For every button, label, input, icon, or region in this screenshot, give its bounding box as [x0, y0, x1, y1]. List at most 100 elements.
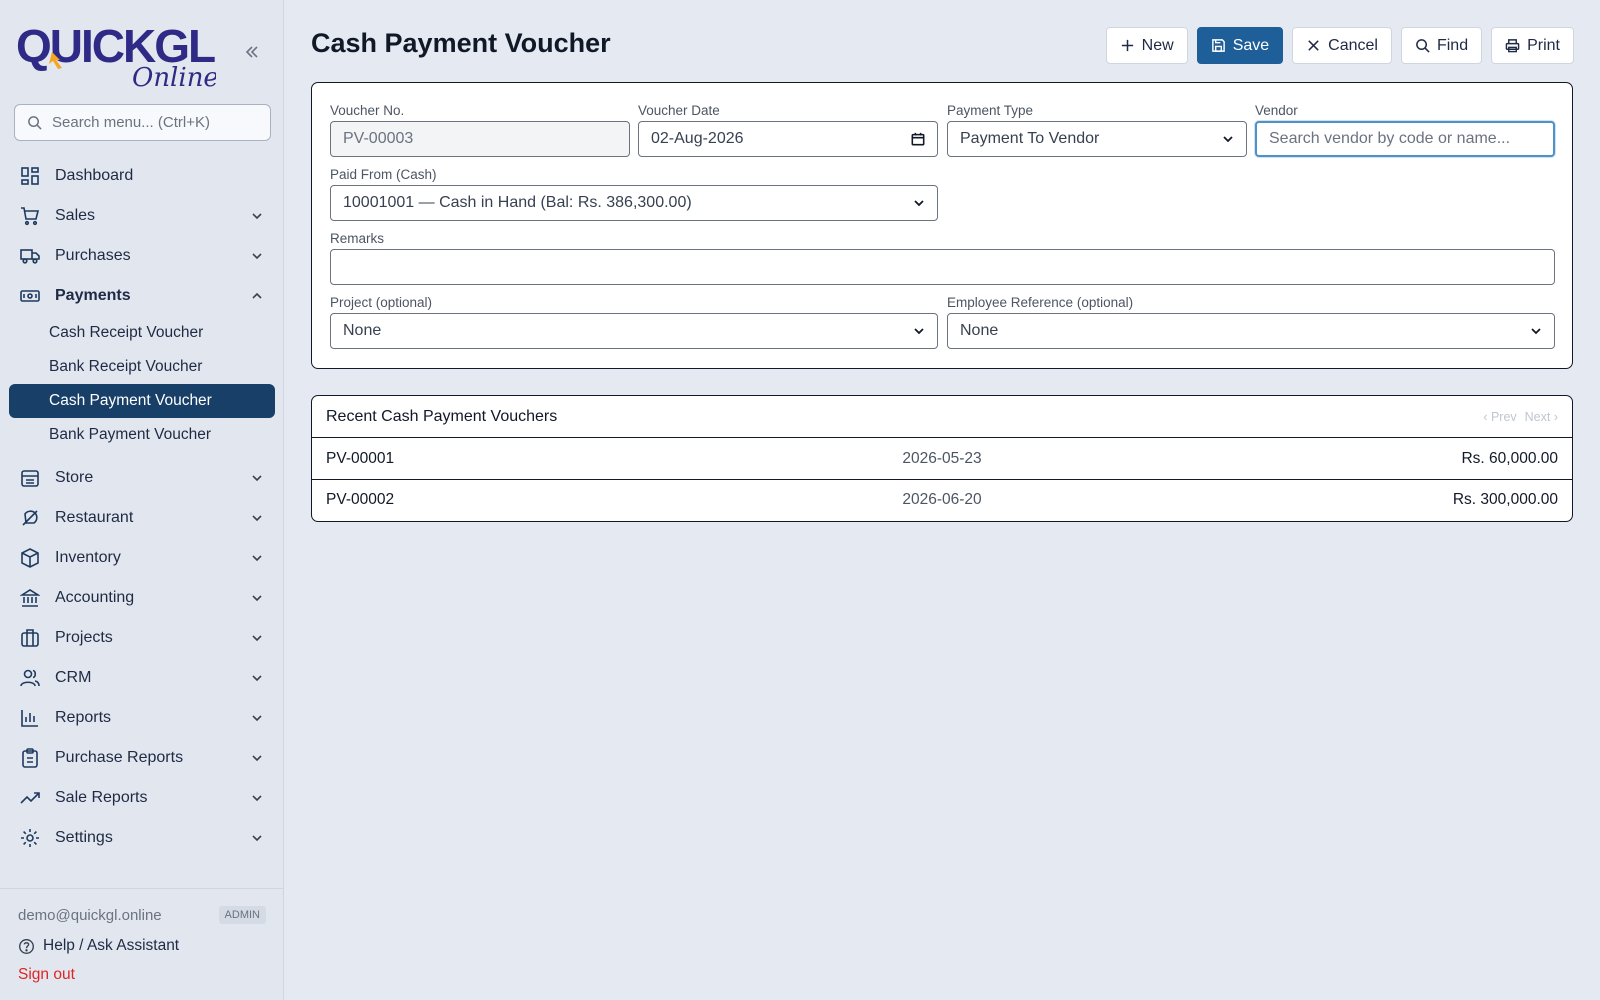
- save-icon: [1211, 39, 1225, 52]
- vendor-search-input[interactable]: [1269, 130, 1541, 148]
- nav-sale-reports[interactable]: Sale Reports: [9, 778, 275, 818]
- nav-dashboard[interactable]: Dashboard: [9, 156, 275, 196]
- payment-type-select[interactable]: Payment To Vendor: [947, 121, 1247, 157]
- chevron-down-icon: [1531, 328, 1541, 335]
- svg-text:Online: Online: [132, 63, 216, 90]
- recent-vouchers-header: Recent Cash Payment Vouchers ‹ Prev Next…: [312, 396, 1572, 438]
- quickgl-logo[interactable]: QUICKGL Online: [16, 14, 219, 93]
- user-info: demo@quickgl.online ADMIN: [0, 903, 284, 927]
- next-page-button[interactable]: Next ›: [1525, 410, 1558, 424]
- nav-inventory[interactable]: Inventory: [9, 538, 275, 578]
- print-button[interactable]: Print: [1491, 27, 1574, 64]
- remarks-label: Remarks: [330, 231, 385, 246]
- save-label: Save: [1232, 36, 1270, 54]
- chevron-down-icon: [252, 253, 262, 260]
- nav-label: Sales: [55, 207, 96, 224]
- main-nav: Dashboard Sales Purchases Payments Cash …: [9, 156, 275, 858]
- collapse-sidebar-icon[interactable]: [240, 40, 264, 64]
- briefcase-icon: [19, 627, 41, 649]
- nav-payments[interactable]: Payments: [9, 276, 275, 316]
- save-button[interactable]: Save: [1196, 27, 1284, 64]
- find-button[interactable]: Find: [1400, 27, 1483, 64]
- paid-from-select[interactable]: 10001001 — Cash in Hand (Bal: Rs. 386,30…: [330, 185, 938, 221]
- nav-label: Purchases: [55, 247, 131, 264]
- nav-projects[interactable]: Projects: [9, 618, 275, 658]
- cancel-button[interactable]: Cancel: [1292, 27, 1392, 64]
- payment-type-value: Payment To Vendor: [960, 130, 1100, 147]
- nav-label: Settings: [55, 829, 113, 846]
- help-link[interactable]: Help / Ask Assistant: [0, 931, 284, 961]
- voucher-no-label: Voucher No.: [330, 103, 405, 118]
- trending-up-icon: [19, 787, 41, 809]
- nav-accounting[interactable]: Accounting: [9, 578, 275, 618]
- vendor-search-field[interactable]: [1255, 121, 1555, 157]
- nav-sales[interactable]: Sales: [9, 196, 275, 236]
- cart-icon: [19, 205, 41, 227]
- find-label: Find: [1436, 36, 1469, 54]
- clipboard-icon: [19, 747, 41, 769]
- plus-icon: [1121, 39, 1133, 52]
- voucher-amount: Rs. 300,000.00: [1452, 491, 1558, 508]
- nav-restaurant[interactable]: Restaurant: [9, 498, 275, 538]
- vendor-label: Vendor: [1255, 103, 1298, 118]
- calendar-icon[interactable]: [911, 132, 925, 146]
- truck-icon: [19, 245, 41, 267]
- chevron-down-icon: [914, 328, 924, 335]
- toolbar: New Save Cancel Find Print: [1105, 27, 1574, 64]
- voucher-date-field[interactable]: 02-Aug-2026: [638, 121, 938, 157]
- nav-label: Projects: [55, 629, 113, 646]
- printer-icon: [1505, 39, 1520, 53]
- search-icon: [1416, 39, 1430, 53]
- voucher-form: Voucher No. PV-00003 Voucher Date 02-Aug…: [311, 82, 1573, 369]
- sign-out-link[interactable]: Sign out: [0, 961, 284, 989]
- voucher-row[interactable]: PV-00002 2026-06-20 Rs. 300,000.00: [312, 479, 1572, 520]
- help-label: Help / Ask Assistant: [43, 937, 180, 954]
- nav-label: Purchase Reports: [55, 749, 184, 766]
- menu-search-input[interactable]: [52, 114, 262, 131]
- nav-bank-receipt-voucher[interactable]: Bank Receipt Voucher: [9, 350, 275, 384]
- box-icon: [19, 547, 41, 569]
- voucher-date-value: 02-Aug-2026: [651, 130, 744, 147]
- nav-cash-payment-voucher[interactable]: Cash Payment Voucher: [9, 384, 275, 418]
- nav-label: CRM: [55, 669, 92, 686]
- employee-label: Employee Reference (optional): [947, 295, 1134, 310]
- nav-label: Reports: [55, 709, 112, 726]
- nav-store[interactable]: Store: [9, 458, 275, 498]
- employee-value: None: [960, 322, 999, 339]
- remarks-field[interactable]: [330, 249, 1555, 285]
- chevron-down-icon: [1223, 136, 1233, 143]
- nav-purchases[interactable]: Purchases: [9, 236, 275, 276]
- sidebar-footer: demo@quickgl.online ADMIN Help / Ask Ass…: [0, 888, 284, 989]
- employee-select[interactable]: None: [947, 313, 1555, 349]
- new-button[interactable]: New: [1105, 27, 1188, 64]
- nav-crm[interactable]: CRM: [9, 658, 275, 698]
- chevron-down-icon: [252, 635, 262, 642]
- chevron-up-icon: [252, 292, 262, 299]
- nav-reports[interactable]: Reports: [9, 698, 275, 738]
- voucher-no-field[interactable]: PV-00003: [330, 121, 630, 157]
- paid-from-value: 10001001 — Cash in Hand (Bal: Rs. 386,30…: [343, 194, 692, 211]
- pager: ‹ Prev Next ›: [1483, 410, 1558, 424]
- voucher-number: PV-00002: [326, 491, 395, 508]
- chevron-down-icon: [252, 595, 262, 602]
- nav-cash-receipt-voucher[interactable]: Cash Receipt Voucher: [9, 316, 275, 350]
- role-badge: ADMIN: [218, 906, 266, 924]
- project-label: Project (optional): [330, 295, 433, 310]
- nav-settings[interactable]: Settings: [9, 818, 275, 858]
- nav-purchase-reports[interactable]: Purchase Reports: [9, 738, 275, 778]
- users-icon: [19, 667, 41, 689]
- nav-label: Payments: [55, 287, 131, 304]
- remarks-input[interactable]: [343, 258, 1542, 276]
- menu-search[interactable]: [14, 104, 271, 141]
- prev-page-button[interactable]: ‹ Prev: [1483, 410, 1516, 424]
- store-icon: [19, 467, 41, 489]
- project-select[interactable]: None: [330, 313, 938, 349]
- banknote-icon: [19, 285, 41, 307]
- recent-vouchers-title: Recent Cash Payment Vouchers: [326, 407, 558, 425]
- voucher-row[interactable]: PV-00001 2026-05-23 Rs. 60,000.00: [312, 438, 1572, 479]
- nav-label: Sale Reports: [55, 789, 148, 806]
- chevron-down-icon: [252, 715, 262, 722]
- help-circle-icon: [19, 938, 34, 954]
- nav-bank-payment-voucher[interactable]: Bank Payment Voucher: [9, 418, 275, 452]
- chevron-down-icon: [252, 755, 262, 762]
